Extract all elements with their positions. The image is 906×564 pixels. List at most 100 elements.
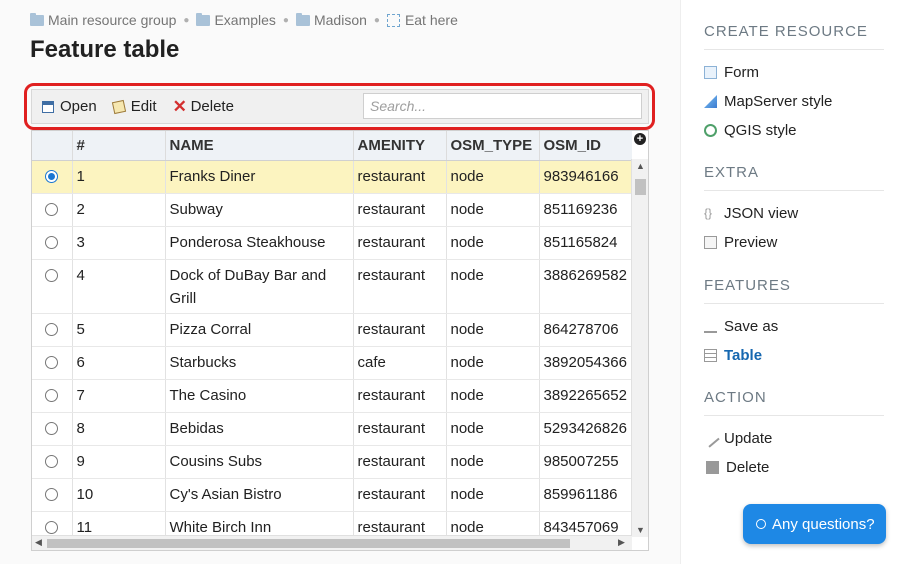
chat-bubble-icon [756,519,766,529]
sidebar-section-extra: EXTRA {} JSON view Preview [704,164,884,257]
json-icon: {} [704,206,713,220]
table-cell-name: Subway [165,193,354,227]
row-radio-button[interactable] [45,454,59,468]
row-radio-button[interactable] [45,487,59,501]
preview-icon [704,236,717,249]
table-cell-osm-type: node [446,259,540,314]
horizontal-scroll-thumb[interactable] [47,539,570,548]
table-cell-osm-type: node [446,160,540,194]
sidebar-item-save-as[interactable]: Save as [704,312,884,341]
column-header[interactable]: OSM_TYPE [446,131,540,161]
row-radio-button[interactable] [45,520,59,534]
table-row[interactable]: 7 The Casino restaurant node 3892265652 [32,379,632,413]
table-row[interactable]: 4 Dock of DuBay Bar and Grill restaurant no… [32,259,632,314]
horizontal-scrollbar[interactable]: ◀ ▶ [32,535,632,550]
row-radio-button[interactable] [45,421,59,435]
table-row[interactable]: 10 Cy's Asian Bistro restaurant node 8599611… [32,478,632,512]
row-radio-button[interactable] [45,202,59,216]
sidebar-section-create: CREATE RESOURCE Form MapServer style QGI… [704,23,884,145]
table-cell-osm-type: node [446,511,540,537]
breadcrumb-item[interactable]: Main resource group [30,12,176,28]
breadcrumb-item[interactable]: Examples [196,12,276,28]
table-row[interactable]: 8 Bebidas restaurant node 5293426826 [32,412,632,446]
table-cell-osm-type: node [446,193,540,227]
table-row[interactable]: 3 Ponderosa Steakhouse restaurant node 85116… [32,226,632,260]
sidebar-item-mapserver-style[interactable]: MapServer style [704,87,884,116]
folder-icon [30,12,44,26]
scroll-right-icon[interactable]: ▶ [618,537,625,548]
row-radio-button[interactable] [45,388,59,402]
row-radio-button[interactable] [45,355,59,369]
table-cell-n: 2 [72,193,166,227]
row-radio-button[interactable] [45,322,59,336]
feature-grid: # NAME AMENITY OSM_TYPE OSM_ID 1 Franks D… [31,130,649,551]
toolbar-highlight-annotation [24,83,655,130]
table-cell-osm-id: 3892265652 [539,379,632,413]
sidebar-section-features: FEATURES Save as Table [704,277,884,370]
table-cell-amenity: restaurant [353,226,447,260]
table-cell-name: The Casino [165,379,354,413]
sidebar-item-qgis-style[interactable]: QGIS style [704,116,884,145]
breadcrumb-item-current[interactable]: Eat here [386,12,458,28]
column-header[interactable]: AMENITY [353,131,447,161]
sidebar-item-json-view[interactable]: {} JSON view [704,199,884,228]
table-cell-osm-id: 843457069 [539,511,632,537]
table-row[interactable]: 1 Franks Diner restaurant node 983946166 [32,160,632,194]
column-header[interactable]: # [72,131,166,161]
row-radio-button[interactable] [45,268,59,282]
table-cell-amenity: restaurant [353,193,447,227]
table-cell-n: 3 [72,226,166,260]
table-cell-name: Pizza Corral [165,313,354,347]
sidebar-item-update[interactable]: Update [701,424,884,453]
table-icon [704,349,717,362]
table-cell-osm-id: 5293426826 [539,412,632,446]
download-icon [704,320,717,333]
vertical-scrollbar[interactable]: ▲ ▼ [631,159,648,537]
table-cell-n: 10 [72,478,166,512]
vertical-scroll-thumb[interactable] [635,179,646,195]
breadcrumb-item[interactable]: Madison [295,12,367,28]
folder-icon [295,12,310,26]
table-cell-osm-id: 851165824 [539,226,632,260]
table-cell-amenity: restaurant [353,511,447,537]
table-cell-amenity: restaurant [353,379,447,413]
row-select-cell [32,445,73,479]
breadcrumb-separator: ● [282,14,289,26]
table-cell-osm-id: 3892054366 [539,346,632,380]
row-select-cell [32,226,73,260]
row-select-cell [32,412,73,446]
sidebar-heading: ACTION [704,389,884,416]
row-radio-button[interactable] [45,169,59,183]
sidebar-item-table[interactable]: Table [704,341,884,370]
table-row[interactable]: 9 Cousins Subs restaurant node 985007255 [32,445,632,479]
folder-icon [196,12,211,26]
scroll-left-icon[interactable]: ◀ [35,537,42,548]
table-row[interactable]: 6 Starbucks cafe node 3892054366 [32,346,632,380]
table-cell-osm-id: 985007255 [539,445,632,479]
table-row[interactable]: 5 Pizza Corral restaurant node 864278706 [32,313,632,347]
table-cell-amenity: restaurant [353,478,447,512]
sidebar-item-form[interactable]: Form [704,58,884,87]
table-cell-n: 8 [72,412,166,446]
column-header[interactable]: NAME [165,131,354,161]
scroll-up-icon[interactable]: ▲ [636,161,645,171]
table-cell-osm-type: node [446,445,540,479]
sidebar: CREATE RESOURCE Form MapServer style QGI… [680,0,906,564]
table-cell-n: 9 [72,445,166,479]
sidebar-item-delete[interactable]: Delete [704,453,884,482]
breadcrumb: Main resource group ● Examples ● Madison… [30,12,458,28]
scroll-down-icon[interactable]: ▼ [636,525,645,535]
row-select-cell [32,478,73,512]
chat-help-button[interactable]: Any questions? [743,504,886,544]
row-radio-button[interactable] [45,235,59,249]
table-cell-osm-id: 3886269582 [539,259,632,314]
sidebar-heading: FEATURES [704,277,884,304]
sidebar-item-preview[interactable]: Preview [704,228,884,257]
table-cell-amenity: restaurant [353,445,447,479]
column-header-select [32,131,73,161]
table-row[interactable]: 11 White Birch Inn restaurant node 843457069 [32,511,632,537]
table-cell-name: Dock of DuBay Bar and Grill [165,259,354,314]
table-row[interactable]: 2 Subway restaurant node 851169236 [32,193,632,227]
column-chooser-plus-icon[interactable]: + [634,133,646,145]
column-header[interactable]: OSM_ID [539,131,632,161]
